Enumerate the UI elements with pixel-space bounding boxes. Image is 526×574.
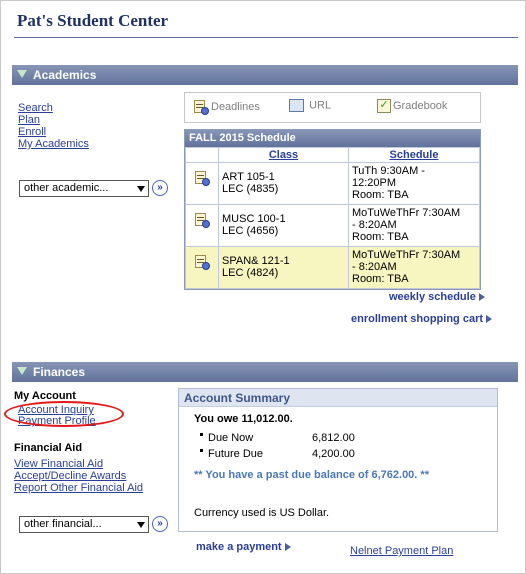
schedule-room: Room: TBA: [352, 231, 409, 243]
amount-owed: You owe 11,012.00.: [194, 413, 293, 425]
schedule-time: 12:20PM: [352, 177, 397, 189]
url-icon: [289, 99, 304, 112]
table-row: ART 105-1 LEC (4835) TuTh 9:30AM -12:20PM…: [185, 162, 480, 205]
class-detail-icon[interactable]: [185, 204, 219, 247]
url-label: URL: [309, 99, 332, 112]
class-column-header[interactable]: Class: [218, 147, 349, 163]
finances-section-header[interactable]: Finances: [12, 362, 518, 382]
schedule-days: TuTh 9:30AM -: [352, 165, 425, 177]
gradebook-icon: ✓: [377, 99, 391, 113]
table-row: MUSC 100-1 LEC (4656) MoTuWeThFr 7:30AM - …: [185, 204, 480, 247]
schedule-cell: MoTuWeThFr 7:30AM - 8:20AM Room: TBA: [348, 204, 480, 247]
schedule-table: Class Schedule ART 105-1 LEC (4835) TuTh …: [185, 147, 480, 289]
shopping-cart-label: enrollment shopping cart: [351, 313, 484, 325]
page-title: Pat's Student Center: [17, 11, 169, 30]
schedule-room: Room: TBA: [352, 273, 409, 285]
currency-note: Currency used is US Dollar.: [194, 507, 330, 519]
bullet-icon: [200, 432, 203, 436]
due-now-label: Due Now: [208, 432, 254, 444]
schedule-title: FALL 2015 Schedule: [185, 130, 480, 147]
gradebook-label: Gradebook: [393, 99, 448, 112]
due-now-value: 6,812.00: [312, 432, 355, 444]
past-due-notice: ** You have a past due balance of 6,762.…: [194, 469, 429, 481]
class-detail-icon[interactable]: [185, 162, 219, 205]
deadlines-icon: [193, 99, 209, 115]
academic-go-button[interactable]: »: [152, 180, 168, 196]
other-financial-select-value: other financial...: [24, 518, 102, 530]
future-due-label: Future Due: [208, 448, 264, 460]
academics-section-title: Academics: [33, 68, 97, 82]
shopping-cart-link[interactable]: enrollment shopping cart: [351, 313, 493, 325]
bullet-icon: [200, 448, 203, 452]
gradebook-link[interactable]: ✓ Gradebook: [377, 99, 447, 113]
my-academics-link[interactable]: My Academics: [18, 138, 89, 150]
class-cell: SPAN& 121-1 LEC (4824): [218, 246, 349, 289]
view-financial-aid-link[interactable]: View Financial Aid: [14, 458, 143, 470]
due-now-row: Due Now: [200, 432, 253, 444]
arrow-right-icon: [284, 543, 291, 552]
class-section: LEC (4656): [222, 225, 279, 237]
class-detail-icon[interactable]: [185, 246, 219, 289]
class-name: ART 105-1: [222, 171, 275, 183]
class-section: LEC (4835): [222, 183, 279, 195]
future-due-value: 4,200.00: [312, 448, 355, 460]
class-section: LEC (4824): [222, 267, 279, 279]
collapse-triangle-icon[interactable]: [17, 70, 27, 78]
other-financial-select[interactable]: other financial...: [19, 516, 149, 533]
other-academic-select-value: other academic...: [24, 182, 109, 194]
icon-column-header: [185, 147, 219, 163]
schedule-panel: FALL 2015 Schedule Class Schedule ART 10…: [184, 129, 481, 290]
highlight-circle: [4, 401, 124, 427]
class-cell: ART 105-1 LEC (4835): [218, 162, 349, 205]
weekly-schedule-link[interactable]: weekly schedule: [389, 291, 485, 303]
schedule-cell: TuTh 9:30AM -12:20PM Room: TBA: [348, 162, 480, 205]
title-divider: [14, 37, 518, 38]
plan-link[interactable]: Plan: [18, 114, 89, 126]
schedule-days: MoTuWeThFr 7:30AM: [352, 207, 461, 219]
financial-go-button[interactable]: »: [152, 516, 168, 532]
url-link[interactable]: URL: [289, 99, 331, 112]
search-link[interactable]: Search: [18, 102, 89, 114]
class-cell: MUSC 100-1 LEC (4656): [218, 204, 349, 247]
collapse-triangle-icon[interactable]: [17, 367, 27, 375]
report-other-financial-aid-link[interactable]: Report Other Financial Aid: [14, 482, 143, 494]
quick-links-bar: Deadlines URL ✓ Gradebook: [184, 92, 481, 123]
class-name: SPAN& 121-1: [222, 255, 290, 267]
schedule-time: - 8:20AM: [352, 261, 397, 273]
financial-aid-links: View Financial Aid Accept/Decline Awards…: [14, 458, 143, 494]
schedule-time: - 8:20AM: [352, 219, 397, 231]
deadlines-label: Deadlines: [211, 100, 260, 113]
chevron-down-icon: [137, 522, 145, 528]
other-academic-select[interactable]: other academic...: [19, 180, 149, 197]
chevron-down-icon: [137, 186, 145, 192]
deadlines-link[interactable]: Deadlines: [193, 99, 260, 115]
enroll-link[interactable]: Enroll: [18, 126, 89, 138]
financial-aid-heading: Financial Aid: [14, 442, 83, 454]
future-due-row: Future Due: [200, 448, 263, 460]
schedule-days: MoTuWeThFr 7:30AM: [352, 249, 461, 261]
nelnet-payment-plan-link[interactable]: Nelnet Payment Plan: [350, 545, 453, 557]
make-payment-link[interactable]: make a payment: [196, 541, 291, 553]
account-summary-title: Account Summary: [179, 389, 497, 407]
schedule-room: Room: TBA: [352, 189, 409, 201]
weekly-schedule-label: weekly schedule: [389, 291, 476, 303]
academics-section-header[interactable]: Academics: [12, 65, 518, 85]
accept-decline-awards-link[interactable]: Accept/Decline Awards: [14, 470, 143, 482]
class-name: MUSC 100-1: [222, 213, 286, 225]
schedule-column-header[interactable]: Schedule: [348, 147, 480, 163]
arrow-right-icon: [478, 293, 485, 302]
academics-links: Search Plan Enroll My Academics: [18, 102, 89, 150]
finances-section-title: Finances: [33, 365, 86, 379]
table-row: SPAN& 121-1 LEC (4824) MoTuWeThFr 7:30AM -…: [185, 246, 480, 289]
arrow-right-icon: [486, 315, 493, 324]
make-payment-label: make a payment: [196, 541, 282, 553]
schedule-cell: MoTuWeThFr 7:30AM - 8:20AM Room: TBA: [348, 246, 480, 289]
